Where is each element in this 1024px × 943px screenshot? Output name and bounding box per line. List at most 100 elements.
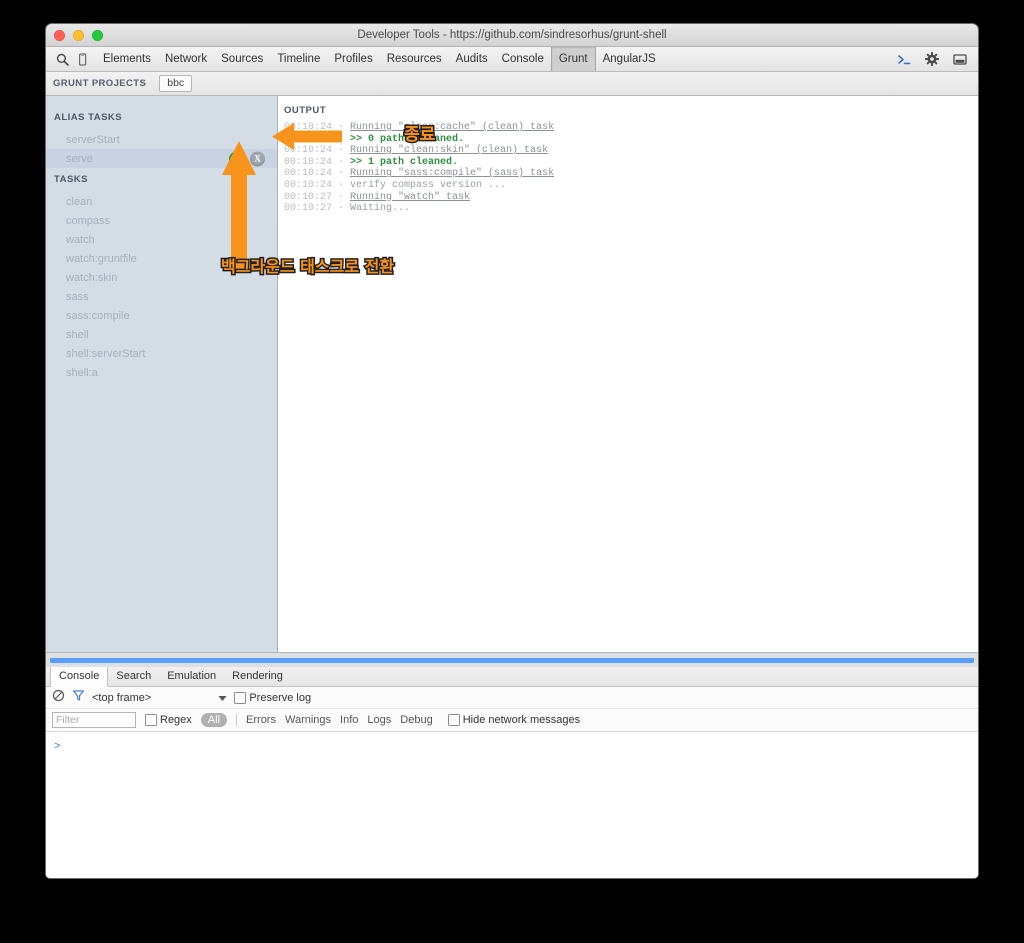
regex-checkbox[interactable]: Regex: [145, 714, 192, 726]
chevron-down-icon[interactable]: [218, 689, 227, 707]
alias-task-serve[interactable]: serve B X: [46, 149, 277, 168]
tab-angularjs[interactable]: AngularJS: [596, 47, 663, 71]
regex-label: Regex: [160, 714, 192, 726]
drawer-splitter[interactable]: [46, 652, 978, 667]
task-compass[interactable]: compass: [46, 211, 277, 230]
log-line: 00:10:27 - Running "watch" task: [284, 192, 978, 204]
log-line: 00:10:24 - >> 0 paths cleaned.: [284, 134, 978, 146]
dock-icon[interactable]: [950, 49, 970, 69]
execution-context-selector[interactable]: <top frame>: [92, 692, 151, 704]
tab-grunt[interactable]: Grunt: [550, 47, 596, 71]
log-separator: -: [332, 168, 351, 180]
tab-sources[interactable]: Sources: [214, 47, 270, 71]
close-window-button[interactable]: [54, 30, 65, 41]
log-separator: -: [332, 191, 351, 203]
task-clean[interactable]: clean: [46, 192, 277, 211]
funnel-icon[interactable]: [72, 689, 85, 707]
console-toolbar-row-1: <top frame> Preserve log: [46, 687, 978, 709]
task-shell-serverstart[interactable]: shell:serverStart: [46, 344, 277, 363]
toolbar-right-icons: [894, 49, 972, 69]
search-icon[interactable]: [52, 49, 72, 69]
preserve-log-label: Preserve log: [249, 691, 312, 704]
log-message: >> 1 path cleaned.: [350, 156, 459, 168]
log-message: >> 0 paths cleaned.: [350, 133, 465, 145]
task-watch-skin[interactable]: watch:skin: [46, 268, 277, 287]
task-label: watch:skin: [66, 271, 118, 284]
device-mode-icon[interactable]: [72, 49, 92, 69]
tab-resources[interactable]: Resources: [380, 47, 449, 71]
title-bar: Developer Tools - https://github.com/sin…: [46, 24, 978, 47]
task-label: clean: [66, 195, 93, 208]
zoom-window-button[interactable]: [92, 30, 103, 41]
alias-tasks-header: ALIAS TASKS: [54, 112, 123, 123]
log-timestamp: 00:10:24: [284, 168, 333, 180]
task-shell[interactable]: shell: [46, 325, 277, 344]
task-sass[interactable]: sass: [46, 287, 277, 306]
level-filter-info[interactable]: Info: [340, 714, 358, 726]
level-filter-debug[interactable]: Debug: [400, 714, 432, 726]
console-toggle-icon[interactable]: [894, 49, 914, 69]
log-separator: -: [332, 203, 351, 215]
task-label: shell:a: [66, 366, 98, 379]
log-timestamp: 00:10:24: [284, 156, 333, 168]
clear-console-icon[interactable]: [52, 689, 65, 707]
background-task-badge[interactable]: B: [229, 151, 244, 166]
task-shell-a[interactable]: shell:a: [46, 363, 277, 382]
log-message[interactable]: Running "clean:cache" (clean) task: [350, 122, 554, 133]
drawer-tabs: Console Search Emulation Rendering: [46, 667, 978, 687]
log-line: 00:10:24 - Running "sass:compile" (sass)…: [284, 168, 978, 180]
preserve-log-checkbox[interactable]: Preserve log: [234, 691, 312, 704]
task-label: shell:serverStart: [66, 347, 146, 360]
project-tab-bbc[interactable]: bbc: [159, 75, 193, 92]
drawer-tab-emulation[interactable]: Emulation: [159, 667, 224, 686]
console-filter-input[interactable]: [52, 712, 136, 728]
tab-elements[interactable]: Elements: [96, 47, 158, 71]
tab-console[interactable]: Console: [495, 47, 551, 71]
tab-audits[interactable]: Audits: [449, 47, 495, 71]
level-filter-logs[interactable]: Logs: [367, 714, 391, 726]
task-label: serverStart: [66, 133, 120, 146]
stop-task-badge[interactable]: X: [250, 151, 265, 166]
log-line: 00:10:27 - Waiting...: [284, 203, 978, 215]
drawer-tab-console[interactable]: Console: [50, 667, 109, 687]
tab-profiles[interactable]: Profiles: [327, 47, 379, 71]
tab-timeline[interactable]: Timeline: [270, 47, 327, 71]
tab-network[interactable]: Network: [158, 47, 214, 71]
grunt-projects-label: GRUNT PROJECTS: [53, 78, 147, 89]
log-message[interactable]: Running "sass:compile" (sass) task: [350, 168, 554, 179]
task-watch-gruntfile[interactable]: watch:gruntfile: [46, 249, 277, 268]
level-filter-errors[interactable]: Errors: [246, 714, 276, 726]
minimize-window-button[interactable]: [73, 30, 84, 41]
checkbox-box[interactable]: [234, 691, 247, 704]
level-filter-warnings[interactable]: Warnings: [285, 714, 331, 726]
level-filter-all[interactable]: All: [200, 713, 228, 727]
log-timestamp: 00:10:24: [284, 133, 333, 145]
log-timestamp: 00:10:24: [284, 179, 333, 191]
log-message[interactable]: Running "watch" task: [350, 192, 470, 203]
task-label: compass: [66, 214, 111, 227]
log-timestamp: 00:10:24: [284, 145, 333, 157]
task-label: sass:compile: [66, 309, 130, 322]
traffic-lights: [54, 30, 103, 41]
log-separator: -: [332, 122, 351, 133]
drawer-tab-search[interactable]: Search: [108, 667, 159, 686]
console-output-area[interactable]: >: [46, 732, 978, 878]
checkbox-box[interactable]: [447, 714, 460, 726]
log-message[interactable]: Running "clean:skin" (clean) task: [350, 145, 548, 156]
log-timestamp: 00:10:24: [284, 122, 333, 133]
window-title: Developer Tools - https://github.com/sin…: [357, 29, 667, 41]
log-line: 00:10:24 - verify compass version ...: [284, 180, 978, 192]
gear-icon[interactable]: [922, 49, 942, 69]
hide-network-label: Hide network messages: [462, 714, 581, 726]
panel-tabs: Elements Network Sources Timeline Profil…: [96, 47, 663, 71]
alias-task-serverstart[interactable]: serverStart: [46, 130, 277, 149]
checkbox-box[interactable]: [145, 714, 157, 726]
log-separator: -: [332, 145, 351, 157]
task-sass-compile[interactable]: sass:compile: [46, 306, 277, 325]
log-separator: -: [332, 133, 351, 145]
toolbar-divider: [236, 714, 238, 726]
task-watch[interactable]: watch: [46, 230, 277, 249]
splitter-handle[interactable]: [50, 657, 974, 663]
hide-network-messages-checkbox[interactable]: Hide network messages: [447, 714, 581, 726]
drawer-tab-rendering[interactable]: Rendering: [224, 667, 291, 686]
